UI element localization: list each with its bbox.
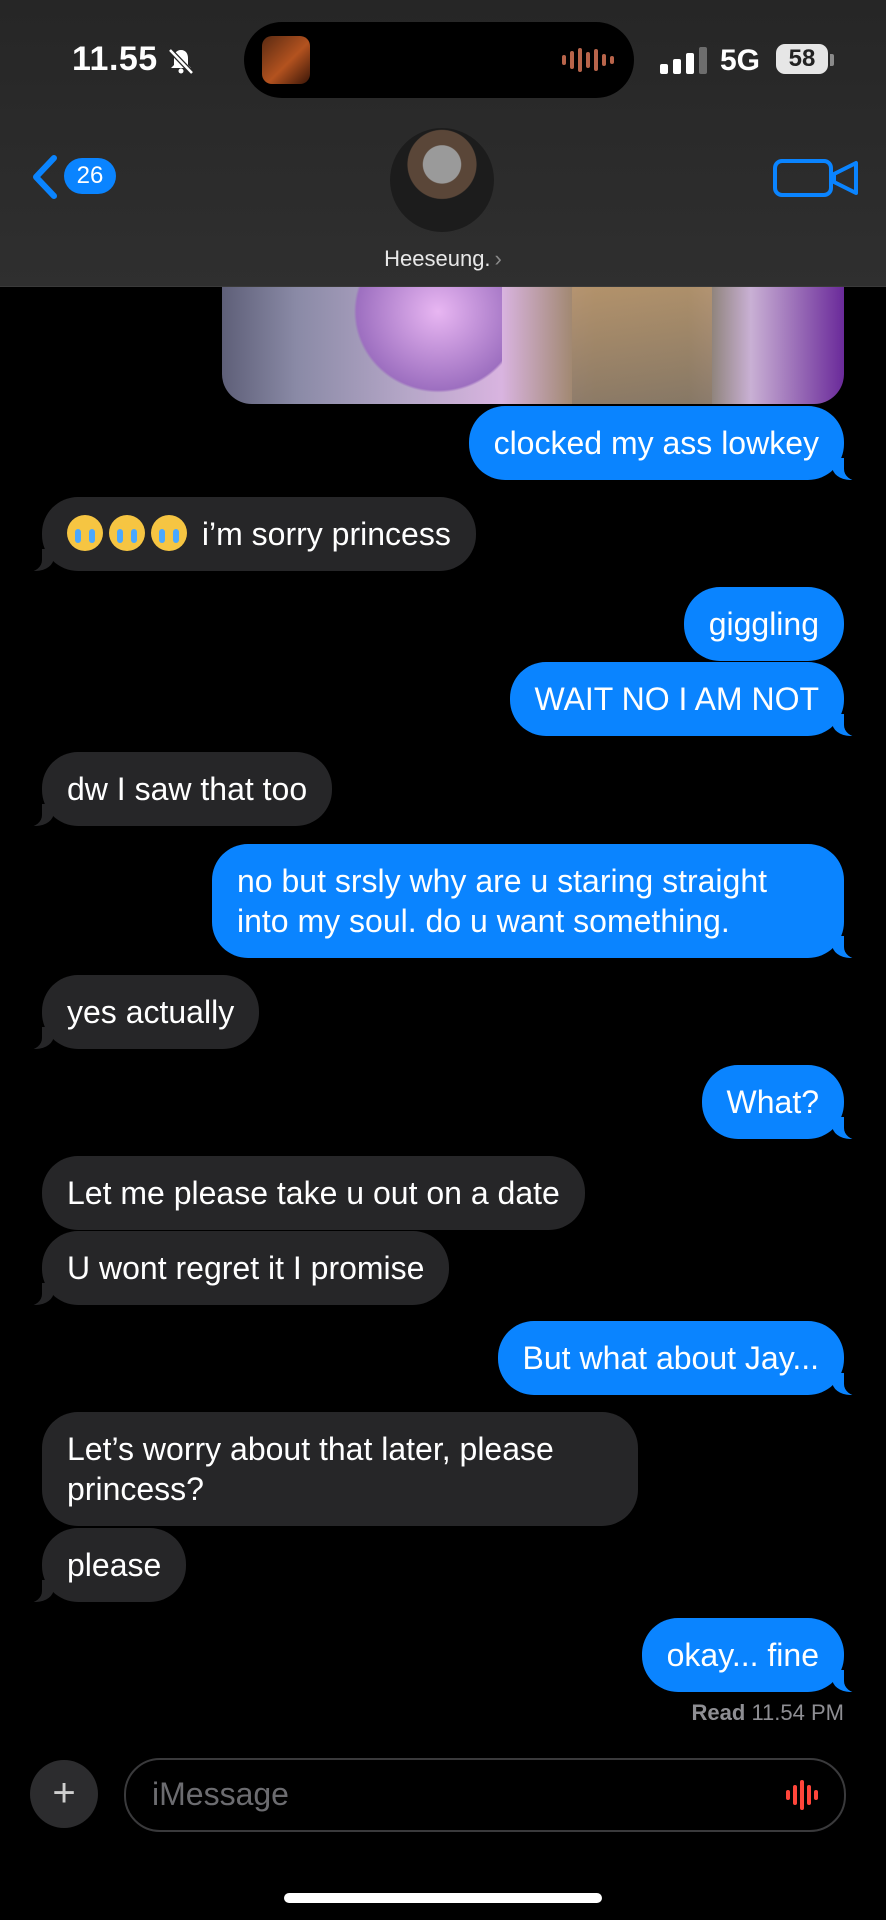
input-placeholder: iMessage [152,1776,289,1812]
contact-name-button[interactable]: Heeseung. › [0,246,886,272]
apps-plus-button[interactable]: + [30,1760,98,1828]
message-bubble-received[interactable]: yes actually [19,975,260,1050]
message-bubble-sent[interactable]: no but srsly why are u staring straight … [212,844,866,959]
network-type: 5G [720,44,761,77]
read-receipt: Read 11.54 PM [692,1700,844,1726]
message-text: i’m sorry princess [201,516,451,552]
dynamic-island[interactable] [244,22,634,98]
now-playing-artwork [262,36,310,84]
contact-avatar[interactable] [390,128,494,232]
message-bubble-sent[interactable]: But what about Jay... [497,1321,867,1396]
bell-slash-icon [168,48,194,75]
video-call-icon[interactable] [772,158,862,198]
unread-count-badge[interactable]: 26 [64,158,116,194]
message-bubble-sent[interactable]: What? [701,1065,867,1140]
message-bubble-received[interactable]: U wont regret it I promise [19,1231,450,1306]
home-indicator[interactable] [284,1893,602,1903]
read-label: Read [691,1700,746,1725]
message-bubble-received[interactable]: please [19,1528,187,1603]
battery-indicator: 58 [776,44,828,74]
message-bubble-sent[interactable]: okay... fine [641,1618,867,1693]
message-bubble-sent[interactable]: clocked my ass lowkey [468,406,867,481]
message-bubble-received[interactable]: i’m sorry princess [20,497,476,572]
read-time: 11.54 PM [751,1700,844,1725]
message-bubble-received[interactable]: dw I saw that too [19,752,333,827]
plus-icon: + [52,1771,76,1815]
message-bubble-sent[interactable]: WAIT NO I AM NOT [509,662,867,737]
conversation-header: 11.55 5G 58 26 Heeseung. › [0,0,886,287]
message-bubble-sent[interactable]: giggling [683,587,844,661]
dictation-waveform-icon[interactable] [786,1780,818,1810]
loudly-crying-face-emoji [151,515,187,551]
loudly-crying-face-emoji [109,515,145,551]
battery-nub [830,54,834,66]
imessage-input[interactable]: iMessage [124,1758,846,1832]
back-chevron-icon[interactable] [30,154,60,200]
status-time: 11.55 [72,40,158,78]
loudly-crying-face-emoji [67,515,103,551]
chevron-right-icon: › [494,246,502,271]
cellular-signal-icon [660,46,707,74]
message-bubble-received[interactable]: Let me please take u out on a date [42,1156,585,1230]
audio-waveform-icon [562,48,614,72]
message-bubble-received[interactable]: Let’s worry about that later, please pri… [42,1412,638,1526]
contact-name: Heeseung. [384,246,491,271]
